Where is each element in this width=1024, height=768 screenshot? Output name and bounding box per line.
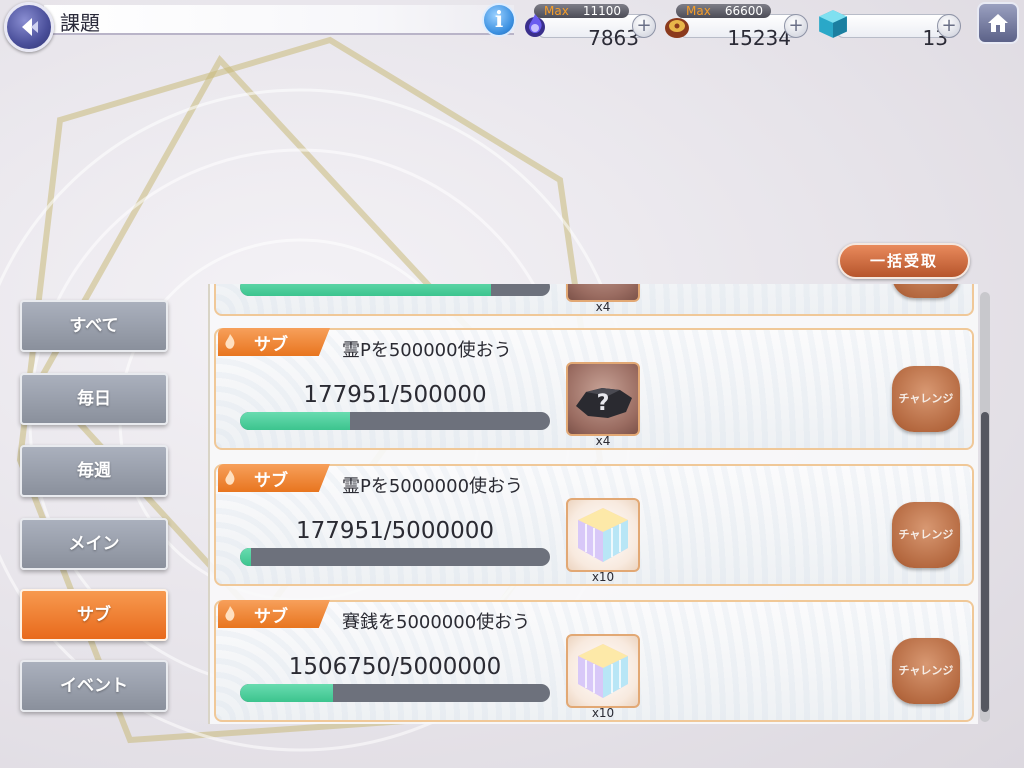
quest-title: 賽銭を5000000使おう [342, 612, 531, 633]
flame-icon [225, 470, 235, 485]
claim-all-button[interactable]: 一括受取 [838, 243, 970, 279]
quest-progress-text: 177951/500000 [303, 382, 487, 408]
page-title: 課題 [60, 11, 100, 35]
add-cubes-button[interactable]: + [937, 14, 961, 38]
rainbow-cube-icon [578, 508, 628, 562]
mystery-rock-icon: ? [576, 388, 632, 418]
quest-tag: サブ [218, 464, 330, 492]
flame-icon [225, 606, 235, 621]
challenge-button[interactable]: チャレンジ [892, 366, 960, 432]
reward-quantity: x10 [591, 706, 615, 720]
quest-progress-text: 1506750/5000000 [288, 654, 502, 680]
spirit-flame-icon [525, 14, 545, 37]
quest-progress-text: 177951/5000000 [296, 518, 494, 544]
progress-bar [240, 412, 550, 430]
resource-value: 15234 [727, 26, 791, 50]
quest-title: 霊Pを5000000使おう [342, 476, 524, 497]
quest-list[interactable]: x4 サブ 霊Pを500000使おう 177951/500000 ? x4 チャ… [208, 284, 978, 724]
title-bar: 課題 [44, 5, 514, 35]
reward-quantity: x10 [591, 570, 615, 584]
back-arrow-icon [22, 18, 38, 36]
tab-main[interactable]: メイン [20, 518, 168, 570]
tab-weekly[interactable]: 毎週 [20, 445, 168, 497]
info-button[interactable]: i [482, 3, 516, 37]
scrollbar-thumb[interactable] [981, 412, 989, 712]
home-button[interactable] [977, 2, 1019, 44]
progress-fill [240, 412, 351, 430]
resource-cubes: 13 + [815, 4, 965, 49]
quest-title: 霊Pを500000使おう [342, 340, 512, 361]
coin-bag-icon [665, 18, 689, 38]
resource-coins: 15234 Max 66600 + [662, 4, 812, 49]
quest-tag: サブ [218, 328, 330, 356]
list-scrollbar[interactable] [980, 292, 990, 722]
tab-sub[interactable]: サブ [20, 589, 168, 641]
progress-bar [240, 684, 550, 702]
reward-quantity: x4 [595, 300, 611, 314]
resource-value: 7863 [588, 26, 639, 50]
add-coins-button[interactable]: + [784, 14, 808, 38]
reward-quantity: x4 [595, 434, 611, 448]
quest-tag: サブ [218, 600, 330, 628]
quest-card: サブ 賽銭を5000000使おう 1506750/5000000 x10 チャレ… [214, 600, 974, 722]
rainbow-cube-icon [578, 644, 628, 698]
challenge-button[interactable] [892, 284, 960, 298]
reward-item[interactable] [566, 498, 640, 572]
home-icon [988, 14, 1008, 32]
progress-bar [240, 548, 550, 566]
progress-fill [240, 284, 492, 296]
progress-fill [240, 684, 334, 702]
tab-all[interactable]: すべて [20, 300, 168, 352]
tab-event[interactable]: イベント [20, 660, 168, 712]
progress-bar [240, 284, 550, 296]
back-button[interactable] [4, 2, 54, 52]
reward-item[interactable] [566, 634, 640, 708]
crystal-cube-icon [819, 10, 847, 38]
progress-fill [240, 548, 252, 566]
svg-text:?: ? [597, 391, 610, 416]
resource-spirit-p: 7863 Max 11100 + [520, 4, 660, 49]
tab-daily[interactable]: 毎日 [20, 373, 168, 425]
flame-icon [225, 334, 235, 349]
reward-item[interactable]: ? [566, 362, 640, 436]
quest-card-partial: x4 [214, 284, 974, 316]
challenge-button[interactable]: チャレンジ [892, 638, 960, 704]
top-bar: 課題 i 7863 Max 11100 + 15234 Max 66600 + … [0, 0, 1024, 52]
add-spirit-p-button[interactable]: + [632, 14, 656, 38]
quest-card: サブ 霊Pを5000000使おう 177951/5000000 x10 チャレン… [214, 464, 974, 586]
challenge-button[interactable]: チャレンジ [892, 502, 960, 568]
quest-card: サブ 霊Pを500000使おう 177951/500000 ? x4 チャレンジ [214, 328, 974, 450]
